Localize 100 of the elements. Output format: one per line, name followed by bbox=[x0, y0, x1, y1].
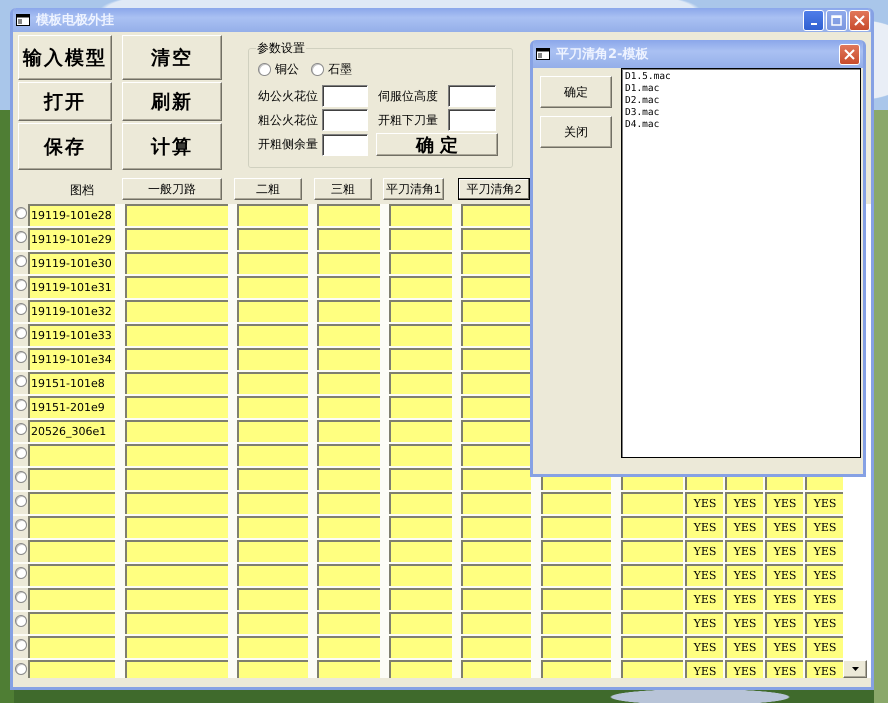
table-cell[interactable]: YES bbox=[725, 660, 763, 678]
table-cell[interactable] bbox=[28, 444, 115, 466]
table-cell[interactable] bbox=[125, 444, 228, 466]
input-field[interactable] bbox=[322, 85, 368, 107]
table-cell[interactable] bbox=[389, 636, 452, 658]
dialog-button[interactable]: 确定 bbox=[540, 76, 612, 108]
table-cell[interactable] bbox=[28, 564, 115, 586]
table-cell[interactable]: 19151-101e8 bbox=[28, 372, 115, 394]
radio-button[interactable] bbox=[14, 567, 26, 579]
table-cell[interactable]: YES bbox=[685, 660, 723, 678]
radio-button[interactable] bbox=[14, 255, 26, 267]
close-button[interactable] bbox=[849, 10, 870, 30]
radio-button[interactable] bbox=[14, 471, 26, 483]
table-cell[interactable] bbox=[541, 516, 611, 538]
table-cell[interactable]: YES bbox=[725, 588, 763, 610]
table-cell[interactable] bbox=[125, 348, 228, 370]
table-cell[interactable] bbox=[621, 612, 683, 634]
table-cell[interactable] bbox=[125, 540, 228, 562]
table-cell[interactable] bbox=[621, 660, 683, 678]
table-cell[interactable]: YES bbox=[765, 612, 803, 634]
table-cell[interactable] bbox=[621, 636, 683, 658]
radio-button[interactable] bbox=[14, 303, 26, 315]
table-cell[interactable] bbox=[461, 636, 531, 658]
table-cell[interactable] bbox=[461, 612, 531, 634]
list-item[interactable]: D3.mac bbox=[625, 107, 857, 119]
table-cell[interactable]: YES bbox=[765, 588, 803, 610]
table-cell[interactable] bbox=[317, 492, 380, 514]
table-cell[interactable] bbox=[125, 324, 228, 346]
table-cell[interactable] bbox=[389, 252, 452, 274]
table-cell[interactable] bbox=[125, 612, 228, 634]
list-item[interactable]: D1.mac bbox=[625, 83, 857, 95]
command-button[interactable]: 打开 bbox=[18, 82, 112, 121]
table-cell[interactable] bbox=[28, 492, 115, 514]
minimize-button[interactable] bbox=[803, 10, 824, 30]
table-cell[interactable] bbox=[389, 492, 452, 514]
table-cell[interactable] bbox=[621, 516, 683, 538]
table-cell[interactable]: YES bbox=[685, 540, 723, 562]
table-cell[interactable]: 19119-101e29 bbox=[28, 228, 115, 250]
table-cell[interactable]: YES bbox=[805, 516, 843, 538]
radio-button[interactable] bbox=[14, 375, 26, 387]
table-cell[interactable] bbox=[125, 396, 228, 418]
table-cell[interactable] bbox=[125, 228, 228, 250]
table-cell[interactable] bbox=[317, 324, 380, 346]
table-cell[interactable]: YES bbox=[805, 612, 843, 634]
table-cell[interactable] bbox=[389, 300, 452, 322]
command-button[interactable]: 输入模型 bbox=[18, 35, 112, 80]
table-cell[interactable] bbox=[237, 612, 308, 634]
table-cell[interactable] bbox=[317, 348, 380, 370]
table-cell[interactable] bbox=[317, 516, 380, 538]
table-cell[interactable] bbox=[317, 204, 380, 226]
command-button[interactable]: 清空 bbox=[122, 35, 222, 80]
table-cell[interactable] bbox=[621, 540, 683, 562]
list-item[interactable]: D2.mac bbox=[625, 95, 857, 107]
table-cell[interactable] bbox=[461, 516, 531, 538]
table-cell[interactable]: YES bbox=[725, 612, 763, 634]
table-cell[interactable] bbox=[317, 372, 380, 394]
radio-button[interactable] bbox=[14, 351, 26, 363]
table-cell[interactable] bbox=[317, 540, 380, 562]
table-cell[interactable]: YES bbox=[765, 540, 803, 562]
table-cell[interactable]: YES bbox=[805, 540, 843, 562]
table-cell[interactable] bbox=[237, 300, 308, 322]
column-header-button[interactable]: 三粗 bbox=[314, 178, 372, 200]
confirm-button[interactable]: 确 定 bbox=[376, 133, 498, 156]
table-cell[interactable] bbox=[389, 372, 452, 394]
table-cell[interactable] bbox=[461, 372, 531, 394]
table-cell[interactable] bbox=[28, 612, 115, 634]
table-cell[interactable]: YES bbox=[765, 660, 803, 678]
table-cell[interactable]: 19119-101e30 bbox=[28, 252, 115, 274]
table-cell[interactable] bbox=[317, 276, 380, 298]
table-cell[interactable]: YES bbox=[805, 660, 843, 678]
table-cell[interactable] bbox=[461, 660, 531, 678]
table-cell[interactable] bbox=[389, 396, 452, 418]
table-cell[interactable]: YES bbox=[725, 540, 763, 562]
radio-button[interactable] bbox=[14, 519, 26, 531]
table-cell[interactable]: YES bbox=[725, 516, 763, 538]
table-cell[interactable]: YES bbox=[685, 564, 723, 586]
table-cell[interactable] bbox=[317, 228, 380, 250]
table-cell[interactable] bbox=[317, 468, 380, 490]
radio-button[interactable] bbox=[14, 207, 26, 219]
table-cell[interactable]: 19119-101e34 bbox=[28, 348, 115, 370]
table-cell[interactable] bbox=[389, 228, 452, 250]
table-cell[interactable] bbox=[317, 444, 380, 466]
column-header-button[interactable]: 平刀清角2 bbox=[458, 178, 530, 200]
table-cell[interactable] bbox=[125, 588, 228, 610]
table-cell[interactable] bbox=[237, 636, 308, 658]
input-field[interactable] bbox=[448, 109, 496, 131]
table-cell[interactable] bbox=[389, 444, 452, 466]
table-cell[interactable] bbox=[237, 348, 308, 370]
dialog-button[interactable]: 关闭 bbox=[540, 116, 612, 148]
radio-button[interactable] bbox=[258, 62, 271, 76]
table-cell[interactable]: YES bbox=[765, 492, 803, 514]
table-cell[interactable] bbox=[389, 324, 452, 346]
table-cell[interactable] bbox=[461, 420, 531, 442]
table-cell[interactable] bbox=[237, 228, 308, 250]
table-cell[interactable] bbox=[461, 540, 531, 562]
table-cell[interactable] bbox=[389, 588, 452, 610]
table-cell[interactable] bbox=[461, 324, 531, 346]
table-cell[interactable] bbox=[389, 516, 452, 538]
table-cell[interactable] bbox=[389, 276, 452, 298]
table-cell[interactable] bbox=[237, 420, 308, 442]
